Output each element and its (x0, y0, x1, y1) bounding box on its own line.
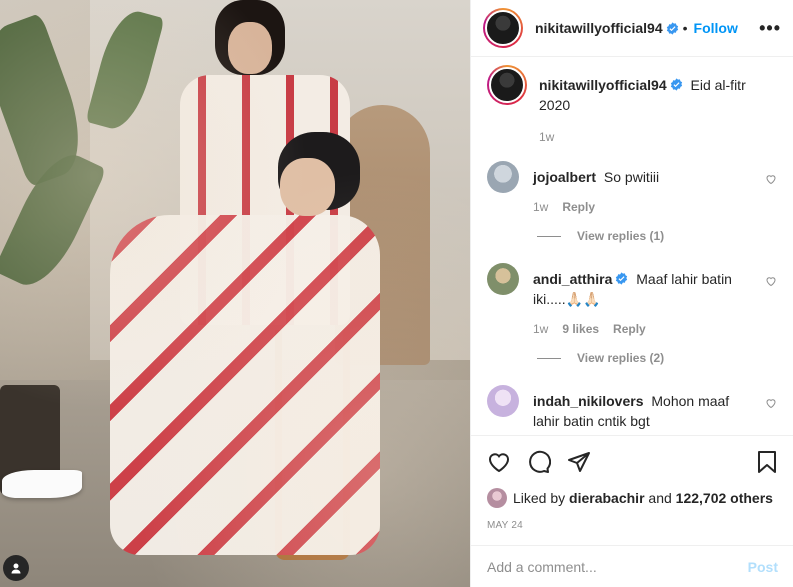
author-avatar[interactable] (483, 8, 523, 48)
comment-row: jojoalbert So pwitiii 1w Reply (487, 161, 777, 217)
action-icons-bar (487, 448, 778, 476)
post-comment-button[interactable]: Post (748, 559, 778, 575)
likes-count[interactable]: 122,702 others (676, 490, 773, 506)
tagged-user-button[interactable] (3, 555, 29, 581)
author-username[interactable]: nikitawillyofficial94 (535, 20, 663, 36)
commenter-avatar[interactable] (487, 385, 519, 417)
caption-author-avatar[interactable] (487, 65, 527, 105)
view-replies-button[interactable]: View replies (1) (537, 227, 777, 245)
likes-and: and (648, 490, 672, 506)
share-paper-plane-icon[interactable] (567, 450, 591, 474)
more-options-icon[interactable]: ••• (759, 18, 781, 39)
verified-badge-icon (670, 78, 682, 91)
comment-time[interactable]: 1w (533, 322, 548, 336)
post-header: nikitawillyofficial94 • Follow ••• (471, 0, 793, 57)
reply-button[interactable]: Reply (613, 322, 646, 336)
comment-text: So pwitiii (603, 169, 660, 185)
comment-row: andi_atthira Maaf lahir batin iki.....🙏🏻… (487, 263, 777, 339)
likes-prefix: Liked by (513, 490, 566, 506)
commenter-avatar[interactable] (487, 161, 519, 193)
caption-username[interactable]: nikitawillyofficial94 (539, 77, 667, 93)
reply-button[interactable]: Reply (562, 200, 595, 214)
follow-button[interactable]: Follow (694, 20, 738, 36)
post-side-panel: nikitawillyofficial94 • Follow ••• nikit… (470, 0, 793, 587)
like-comment-heart-icon[interactable] (765, 275, 777, 287)
commenter-username[interactable]: andi_atthira (533, 271, 612, 287)
post-actions: Liked by dierabachir and 122,702 others … (471, 435, 793, 531)
verified-badge-icon (666, 21, 678, 35)
liker-username[interactable]: dierabachir (569, 490, 644, 506)
commenter-username[interactable]: jojoalbert (533, 169, 596, 185)
view-replies-label: View replies (2) (577, 351, 665, 365)
comment-likes[interactable]: 9 likes (562, 322, 599, 336)
add-comment-bar: Post (471, 545, 793, 587)
commenter-avatar[interactable] (487, 263, 519, 295)
like-heart-icon[interactable] (487, 450, 511, 474)
verified-badge-icon (616, 272, 628, 285)
commenter-username[interactable]: indah_nikilovers (533, 393, 643, 409)
like-comment-heart-icon[interactable] (765, 173, 777, 185)
comment-row: indah_nikilovers Mohon maaf lahir batin … (487, 385, 777, 431)
caption-time[interactable]: 1w (539, 130, 554, 144)
comments-list[interactable]: nikitawillyofficial94 Eid al-fitr 2020 1… (471, 57, 793, 435)
like-comment-heart-icon[interactable] (765, 397, 777, 409)
liker-avatar[interactable] (487, 488, 507, 508)
photo-foreground-blur (0, 0, 470, 587)
view-replies-button[interactable]: View replies (2) (537, 349, 777, 367)
post-photo[interactable] (0, 0, 470, 587)
comment-time[interactable]: 1w (533, 200, 548, 214)
separator-dot: • (682, 20, 688, 36)
likes-summary: Liked by dierabachir and 122,702 others (487, 488, 778, 508)
comment-input[interactable] (487, 558, 748, 575)
caption-row: nikitawillyofficial94 Eid al-fitr 2020 1… (487, 65, 777, 147)
save-bookmark-icon[interactable] (756, 450, 778, 474)
post-date[interactable]: MAY 24 (487, 520, 778, 531)
user-icon (11, 563, 21, 574)
view-replies-label: View replies (1) (577, 229, 665, 243)
comment-bubble-icon[interactable] (527, 450, 551, 474)
